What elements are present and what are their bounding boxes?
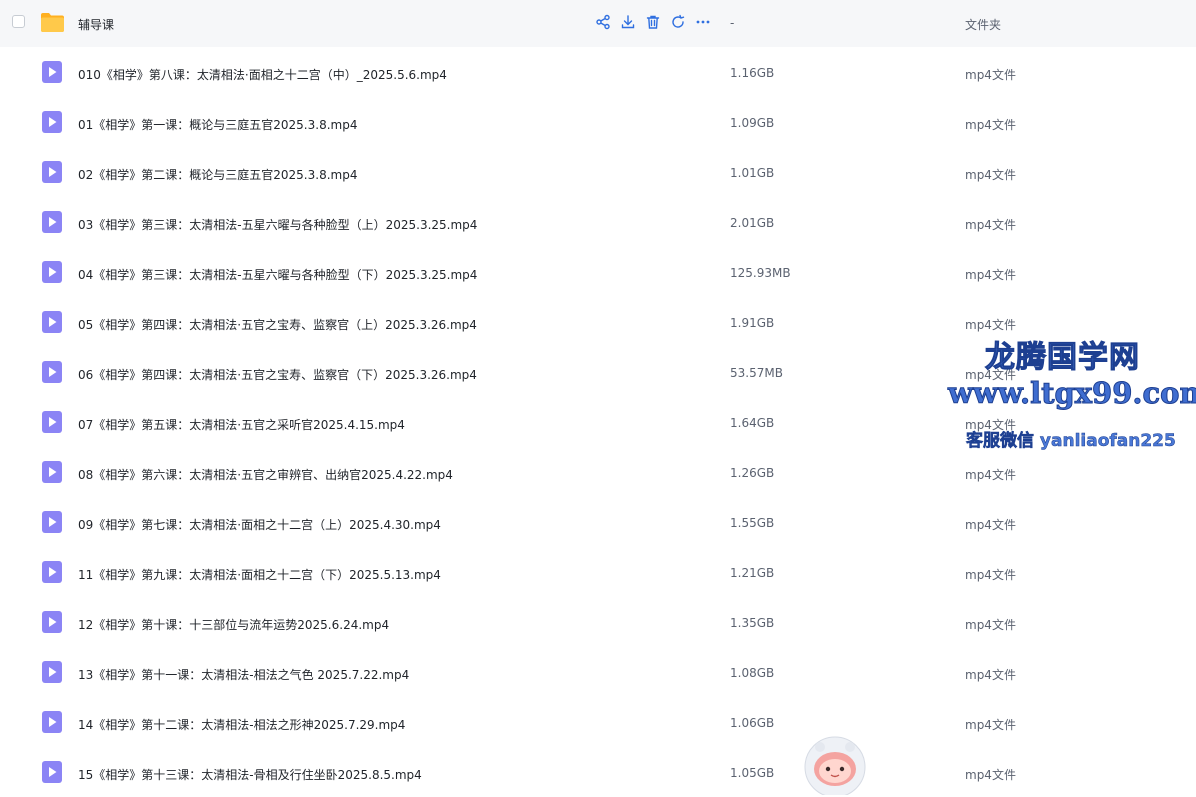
folder-type: 文件夹 [965,18,1002,32]
file-size: 1.08GB [730,666,775,680]
file-name[interactable]: 12《相学》第十课：十三部位与流年运势2025.6.24.mp4 [78,616,389,633]
video-file-icon [42,611,62,633]
file-row[interactable]: 07《相学》第五课：太清相法·五官之采听官2025.4.15.mp4 1.64GB… [0,397,1196,447]
refresh-icon[interactable] [669,13,687,31]
file-name[interactable]: 02《相学》第二课：概论与三庭五官2025.3.8.mp4 [78,166,357,183]
file-type: mp4文件 [965,118,1016,132]
file-row[interactable]: 01《相学》第一课：概论与三庭五官2025.3.8.mp4 1.09GB mp4文件 [0,97,1196,147]
file-size: 2.01GB [730,216,775,230]
video-file-icon [42,311,62,333]
select-checkbox[interactable] [12,15,25,28]
more-icon[interactable] [694,13,712,31]
video-file-icon [42,761,62,783]
file-size: 1.26GB [730,466,775,480]
file-type: mp4文件 [965,468,1016,482]
file-type: mp4文件 [965,768,1016,782]
folder-name[interactable]: 辅导课 [78,16,114,33]
file-row[interactable]: 03《相学》第三课：太清相法-五星六曜与各种脸型（上）2025.3.25.mp4… [0,197,1196,247]
file-size: 1.09GB [730,116,775,130]
video-file-icon [42,161,62,183]
file-type: mp4文件 [965,168,1016,182]
file-size: 1.64GB [730,416,775,430]
file-name[interactable]: 14《相学》第十二课：太清相法-相法之形神2025.7.29.mp4 [78,716,405,733]
file-size: 53.57MB [730,366,783,380]
video-file-icon [42,411,62,433]
file-name[interactable]: 11《相学》第九课：太清相法·面相之十二宫（下）2025.5.13.mp4 [78,566,441,583]
video-file-icon [42,261,62,283]
file-type: mp4文件 [965,618,1016,632]
file-list: 辅导课 - 文件夹 010《相学》第八课：太清相法·面相之十二宫（中）_2025… [0,0,1196,795]
video-file-icon [42,111,62,133]
file-row[interactable]: 14《相学》第十二课：太清相法-相法之形神2025.7.29.mp4 1.06GB… [0,697,1196,747]
download-icon[interactable] [619,13,637,31]
file-type: mp4文件 [965,268,1016,282]
folder-row[interactable]: 辅导课 - 文件夹 [0,0,1196,47]
file-name[interactable]: 07《相学》第五课：太清相法·五官之采听官2025.4.15.mp4 [78,416,405,433]
file-name[interactable]: 09《相学》第七课：太清相法·面相之十二宫（上）2025.4.30.mp4 [78,516,441,533]
video-file-icon [42,511,62,533]
file-type: mp4文件 [965,718,1016,732]
file-name[interactable]: 04《相学》第三课：太清相法-五星六曜与各种脸型（下）2025.3.25.mp4 [78,266,477,283]
file-type: mp4文件 [965,518,1016,532]
file-row[interactable]: 09《相学》第七课：太清相法·面相之十二宫（上）2025.4.30.mp4 1.5… [0,497,1196,547]
file-size: 1.16GB [730,66,775,80]
video-file-icon [42,661,62,683]
file-name[interactable]: 13《相学》第十一课：太清相法-相法之气色 2025.7.22.mp4 [78,666,409,683]
folder-size: - [730,16,735,30]
delete-icon[interactable] [644,13,662,31]
file-name[interactable]: 08《相学》第六课：太清相法·五官之审辨官、出纳官2025.4.22.mp4 [78,466,453,483]
file-row[interactable]: 12《相学》第十课：十三部位与流年运势2025.6.24.mp4 1.35GB mp… [0,597,1196,647]
video-file-icon [42,711,62,733]
file-name[interactable]: 01《相学》第一课：概论与三庭五官2025.3.8.mp4 [78,116,357,133]
file-type: mp4文件 [965,418,1016,432]
file-size: 1.21GB [730,566,775,580]
file-type: mp4文件 [965,568,1016,582]
file-name[interactable]: 010《相学》第八课：太清相法·面相之十二宫（中）_2025.5.6.mp4 [78,66,447,83]
folder-icon [41,13,64,32]
video-file-icon [42,361,62,383]
file-row[interactable]: 08《相学》第六课：太清相法·五官之审辨官、出纳官2025.4.22.mp4 1.… [0,447,1196,497]
file-size: 1.35GB [730,616,775,630]
video-file-icon [42,211,62,233]
share-icon[interactable] [594,13,612,31]
file-row[interactable]: 02《相学》第二课：概论与三庭五官2025.3.8.mp4 1.01GB mp4文件 [0,147,1196,197]
file-size: 1.01GB [730,166,775,180]
video-file-icon [42,561,62,583]
file-name[interactable]: 05《相学》第四课：太清相法·五官之宝寿、监察官（上）2025.3.26.mp4 [78,316,477,333]
video-file-icon [42,461,62,483]
file-row[interactable]: 010《相学》第八课：太清相法·面相之十二宫（中）_2025.5.6.mp4 1.… [0,47,1196,97]
file-type: mp4文件 [965,668,1016,682]
file-row[interactable]: 04《相学》第三课：太清相法-五星六曜与各种脸型（下）2025.3.25.mp4… [0,247,1196,297]
file-row[interactable]: 06《相学》第四课：太清相法·五官之宝寿、监察官（下）2025.3.26.mp4… [0,347,1196,397]
file-size: 1.05GB [730,766,775,780]
file-type: mp4文件 [965,318,1016,332]
file-size: 125.93MB [730,266,791,280]
file-type: mp4文件 [965,368,1016,382]
file-row[interactable]: 11《相学》第九课：太清相法·面相之十二宫（下）2025.5.13.mp4 1.2… [0,547,1196,597]
file-row[interactable]: 15《相学》第十三课：太清相法-骨相及行住坐卧2025.8.5.mp4 1.05G… [0,747,1196,797]
assistant-mascot-icon[interactable] [800,733,870,795]
file-name[interactable]: 15《相学》第十三课：太清相法-骨相及行住坐卧2025.8.5.mp4 [78,766,422,783]
file-row[interactable]: 05《相学》第四课：太清相法·五官之宝寿、监察官（上）2025.3.26.mp4… [0,297,1196,347]
file-size: 1.91GB [730,316,775,330]
file-size: 1.06GB [730,716,775,730]
video-file-icon [42,61,62,83]
file-name[interactable]: 03《相学》第三课：太清相法-五星六曜与各种脸型（上）2025.3.25.mp4 [78,216,477,233]
file-row[interactable]: 13《相学》第十一课：太清相法-相法之气色 2025.7.22.mp4 1.08G… [0,647,1196,697]
file-type: mp4文件 [965,68,1016,82]
file-type: mp4文件 [965,218,1016,232]
file-name[interactable]: 06《相学》第四课：太清相法·五官之宝寿、监察官（下）2025.3.26.mp4 [78,366,477,383]
file-size: 1.55GB [730,516,775,530]
